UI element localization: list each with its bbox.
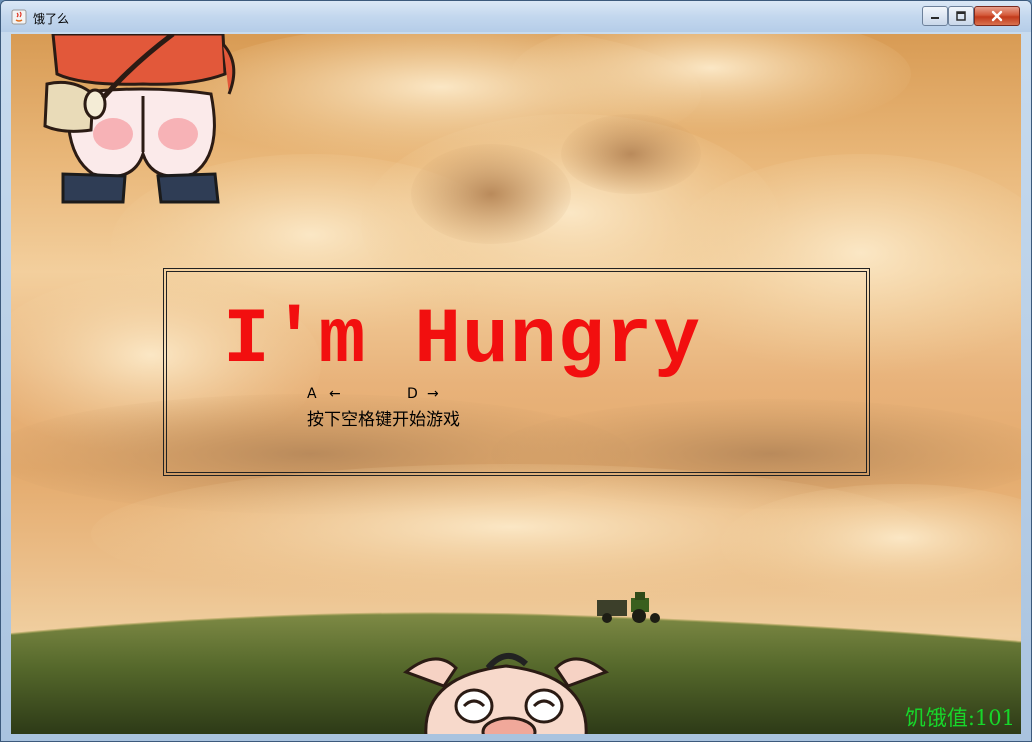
minimize-icon bbox=[931, 17, 939, 19]
maximize-icon bbox=[956, 11, 966, 21]
close-icon bbox=[991, 10, 1003, 22]
window-title: 饿了么 bbox=[33, 12, 70, 26]
controls-hint: A ← D → bbox=[307, 386, 439, 482]
hunger-label: 饥饿值: bbox=[904, 706, 975, 730]
butt-character bbox=[43, 34, 236, 204]
tractor bbox=[597, 592, 660, 623]
key-left-label: A bbox=[307, 386, 317, 402]
title-panel: I'm Hungry A ← D → 按下空格键开始游戏 bbox=[163, 268, 870, 476]
hunger-value: 101 bbox=[974, 706, 1015, 730]
game-title: I'm Hungry bbox=[223, 297, 702, 385]
left-arrow-icon: ← bbox=[329, 386, 341, 402]
maximize-button[interactable] bbox=[948, 6, 974, 26]
java-app-icon bbox=[11, 9, 27, 25]
close-button[interactable] bbox=[974, 6, 1020, 26]
title-bar[interactable]: 饿了么 bbox=[1, 1, 1031, 32]
start-hint: 按下空格键开始游戏 bbox=[307, 410, 460, 430]
hunger-meter: 饥饿值:101 bbox=[905, 702, 1015, 732]
app-window: 饿了么 I'm Hungry A ← D → 按下空格键开始游戏 饥饿值:101 bbox=[0, 0, 1032, 742]
right-arrow-icon: → bbox=[427, 386, 439, 402]
game-canvas[interactable]: I'm Hungry A ← D → 按下空格键开始游戏 饥饿值:101 bbox=[11, 34, 1021, 734]
pig-character bbox=[402, 653, 610, 734]
minimize-button[interactable] bbox=[922, 6, 948, 26]
key-right-label: D bbox=[407, 386, 418, 402]
